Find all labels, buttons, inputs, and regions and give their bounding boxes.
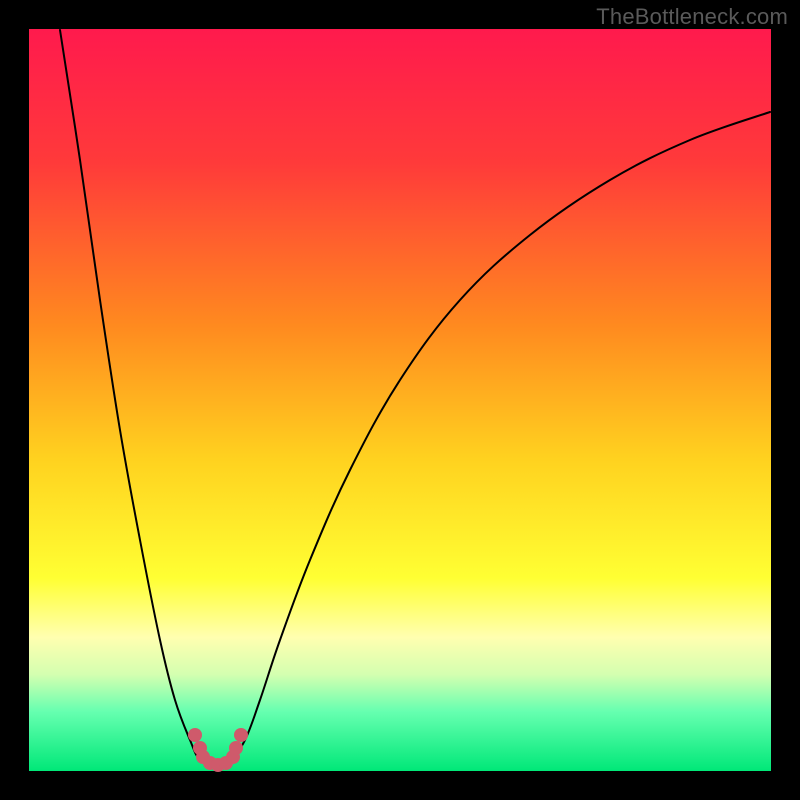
- plot-background: [29, 29, 771, 771]
- chart-stage: TheBottleneck.com: [0, 0, 800, 800]
- bottleneck-chart: [0, 0, 800, 800]
- attribution-text: TheBottleneck.com: [596, 4, 788, 30]
- trough-marker-dot: [188, 728, 202, 742]
- trough-marker-dot: [229, 741, 243, 755]
- trough-marker-dot: [234, 728, 248, 742]
